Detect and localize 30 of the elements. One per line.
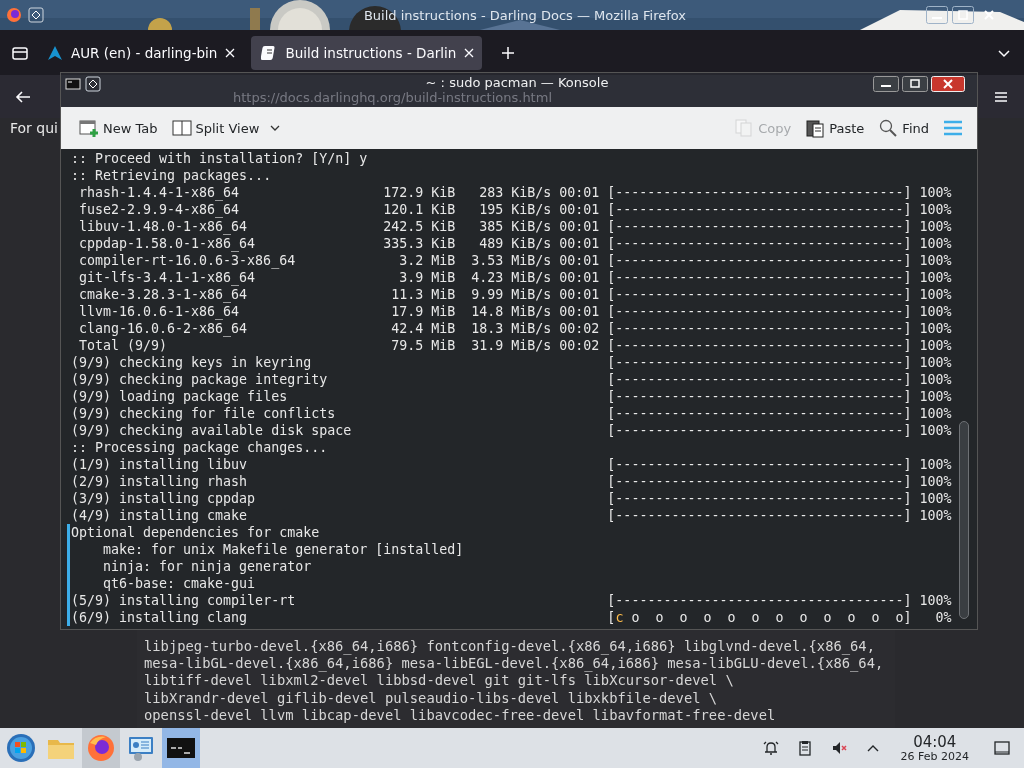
paste-icon	[805, 118, 826, 138]
scrollbar[interactable]	[959, 421, 969, 619]
split-view-icon	[171, 118, 192, 138]
clock[interactable]: 04:04 26 Feb 2024	[900, 733, 969, 763]
search-icon	[878, 118, 899, 138]
book-icon	[261, 44, 278, 61]
pin-icon[interactable]	[28, 7, 44, 23]
maximize-icon[interactable]	[902, 76, 928, 92]
show-desktop-icon[interactable]	[993, 739, 1011, 757]
pin-icon[interactable]	[85, 76, 101, 92]
window-title: ~ : sudo pacman — Konsole	[424, 76, 610, 90]
menu-icon	[943, 118, 963, 138]
terminal-icon	[65, 76, 81, 92]
browser-tab[interactable]: AUR (en) - darling-bin	[37, 35, 244, 70]
minimize-icon[interactable]	[873, 76, 899, 92]
new-tab-icon[interactable]	[500, 44, 517, 61]
page-text: For qui	[10, 120, 58, 138]
browser-tab[interactable]: Build instructions - Darlin	[251, 35, 483, 70]
minimize-icon[interactable]	[926, 6, 948, 24]
new-tab-icon	[79, 118, 99, 138]
firefox-icon	[6, 7, 22, 23]
arch-logo-icon	[47, 44, 63, 61]
firefox-icon	[86, 733, 116, 763]
copy-icon	[734, 118, 755, 138]
maximize-icon[interactable]	[952, 6, 974, 24]
taskbar-app[interactable]	[162, 728, 200, 768]
window-title: Build instructions - Darling Docs — Mozilla Firefox	[362, 7, 688, 23]
start-orb-icon	[6, 733, 36, 763]
taskbar-app[interactable]	[82, 728, 120, 768]
notification-bell-icon[interactable]	[761, 739, 780, 757]
